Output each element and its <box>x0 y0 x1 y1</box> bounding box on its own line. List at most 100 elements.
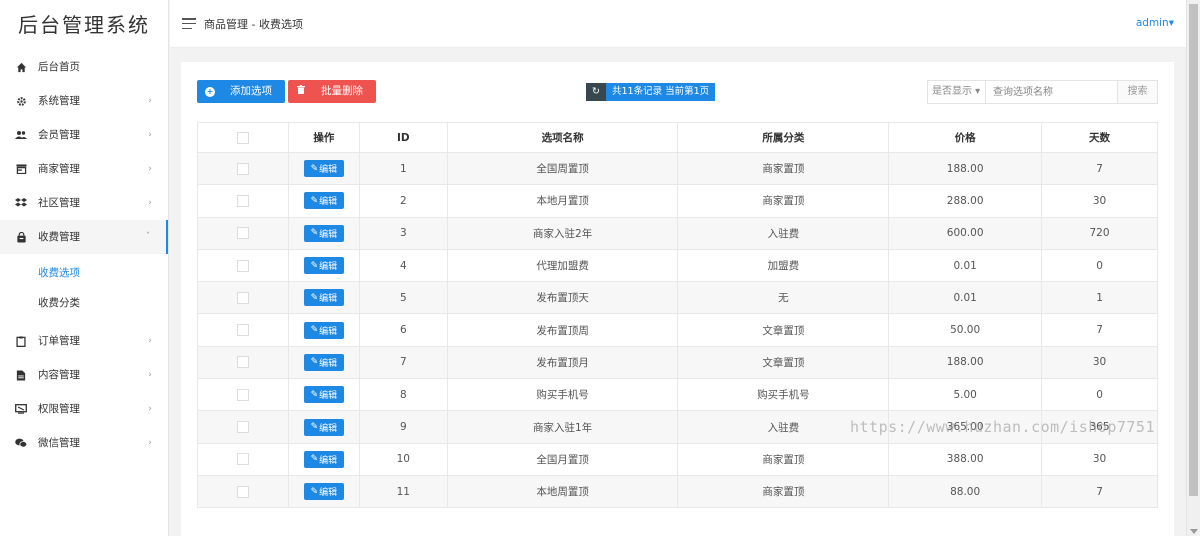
edit-button[interactable]: ✎ 编辑 <box>303 321 344 339</box>
sidebar-subitem-fee-options[interactable]: 收费选项 <box>0 258 168 288</box>
column-header: 选项名称 <box>446 122 679 153</box>
user-name: admin <box>1135 17 1169 29</box>
sidebar-item-label: 收费管理 <box>38 231 80 243</box>
cell-price: 0.01 <box>888 281 1043 315</box>
sidebar-item-label: 权限管理 <box>38 403 80 415</box>
sidebar-item-home[interactable]: 后台首页 <box>0 50 168 84</box>
sidebar-item-content[interactable]: 内容管理 › <box>0 358 168 392</box>
clipboard-icon <box>14 334 28 348</box>
row-select-cell <box>197 474 289 509</box>
page-scrollbar[interactable] <box>1186 0 1200 536</box>
table-row: ✎ 编辑 11 本地周置顶 商家置顶 88.00 7 <box>197 474 1158 509</box>
cell-category: 商家置顶 <box>677 184 890 218</box>
row-select-cell <box>197 442 289 476</box>
sidebar-subitem-fee-categories[interactable]: 收费分类 <box>0 288 168 318</box>
cell-days: 720 <box>1041 216 1158 250</box>
edit-label: 编辑 <box>319 197 338 208</box>
sidebar-item-label: 内容管理 <box>38 369 80 381</box>
sidebar-item-label: 商家管理 <box>38 163 80 175</box>
cell-id: 4 <box>358 248 448 283</box>
search-button[interactable]: 搜索 <box>1117 81 1157 103</box>
chevron-right-icon: › <box>148 336 152 346</box>
chevron-right-icon: › <box>148 130 152 140</box>
table-row: ✎ 编辑 3 商家入驻2年 入驻费 600.00 720 <box>197 216 1158 250</box>
cell-option-name: 发布置顶周 <box>446 313 679 347</box>
sidebar-item-label: 订单管理 <box>38 335 80 347</box>
add-option-button[interactable]: + 添加选项 <box>197 80 285 103</box>
search-input[interactable] <box>986 81 1117 103</box>
store-icon <box>14 162 28 176</box>
row-checkbox[interactable] <box>236 291 249 304</box>
menu-toggle-icon[interactable] <box>182 18 196 29</box>
edit-button[interactable]: ✎ 编辑 <box>303 160 344 178</box>
row-actions-cell: ✎ 编辑 <box>287 184 360 218</box>
row-actions-cell: ✎ 编辑 <box>287 281 360 315</box>
edit-button[interactable]: ✎ 编辑 <box>303 353 344 371</box>
users-icon <box>14 128 28 142</box>
refresh-icon[interactable]: ↻ <box>586 83 606 101</box>
row-checkbox[interactable] <box>236 421 249 434</box>
pencil-icon: ✎ <box>310 163 319 174</box>
batch-delete-button[interactable]: 批量删除 <box>288 80 376 103</box>
caret-down-icon: ▾ <box>1168 17 1174 29</box>
row-checkbox[interactable] <box>236 356 249 369</box>
cell-category: 购买手机号 <box>677 378 890 412</box>
edit-label: 编辑 <box>319 423 338 434</box>
edit-button[interactable]: ✎ 编辑 <box>303 483 344 501</box>
table-row: ✎ 编辑 8 购买手机号 购买手机号 5.00 0 <box>197 378 1158 412</box>
edit-button[interactable]: ✎ 编辑 <box>303 418 344 436</box>
monitor-icon <box>14 402 28 416</box>
edit-button[interactable]: ✎ 编辑 <box>303 192 344 210</box>
cell-days: 30 <box>1041 184 1158 218</box>
edit-label: 编辑 <box>319 165 338 176</box>
cell-id: 9 <box>358 410 448 444</box>
sidebar-item-members[interactable]: 会员管理 › <box>0 118 168 152</box>
sidebar-submenu: 收费选项 收费分类 <box>0 254 168 324</box>
edit-button[interactable]: ✎ 编辑 <box>303 289 344 307</box>
table-row: ✎ 编辑 1 全国周置顶 商家置顶 188.00 7 <box>197 151 1158 186</box>
sidebar-item-label: 系统管理 <box>38 95 80 107</box>
user-menu[interactable]: admin▾ <box>1136 17 1174 29</box>
sidebar-item-merchants[interactable]: 商家管理 › <box>0 152 168 186</box>
table-header-row: 操作 ID 选项名称 所属分类 价格 天数 <box>197 122 1158 153</box>
row-checkbox[interactable] <box>236 485 249 498</box>
cell-option-name: 代理加盟费 <box>446 248 679 283</box>
row-checkbox[interactable] <box>236 388 249 401</box>
column-header: 价格 <box>888 122 1043 153</box>
cell-option-name: 购买手机号 <box>446 378 679 412</box>
row-checkbox[interactable] <box>236 259 249 272</box>
cell-days: 1 <box>1041 281 1158 315</box>
sidebar-item-system[interactable]: 系统管理 › <box>0 84 168 118</box>
cell-price: 388.00 <box>888 442 1043 476</box>
edit-button[interactable]: ✎ 编辑 <box>303 224 344 242</box>
app-logo: 后台管理系统 <box>18 13 150 37</box>
row-actions-cell: ✎ 编辑 <box>287 378 360 412</box>
cell-days: 365 <box>1041 410 1158 444</box>
edit-label: 编辑 <box>319 229 338 240</box>
sidebar-item-orders[interactable]: 订单管理 › <box>0 324 168 358</box>
pencil-icon: ✎ <box>310 260 319 271</box>
scrollbar-thumb[interactable] <box>1189 4 1198 496</box>
row-checkbox[interactable] <box>236 453 249 466</box>
row-checkbox[interactable] <box>236 324 249 337</box>
sidebar-item-permissions[interactable]: 权限管理 › <box>0 392 168 426</box>
row-checkbox[interactable] <box>236 194 249 207</box>
sidebar-item-fees[interactable]: 收费管理 ˇ <box>0 220 168 254</box>
row-checkbox[interactable] <box>236 227 249 240</box>
sidebar-item-wechat[interactable]: 微信管理 › <box>0 426 168 460</box>
row-checkbox[interactable] <box>236 162 249 175</box>
cell-category: 商家置顶 <box>677 474 890 509</box>
edit-label: 编辑 <box>319 326 338 337</box>
toolbar: + 添加选项 批量删除 ↻ 共11条记录 当前第1页 是否显示 ▾ 搜索 <box>197 80 1158 104</box>
select-all-checkbox[interactable] <box>236 131 249 144</box>
display-filter-select[interactable]: 是否显示 ▾ <box>928 81 986 103</box>
edit-button[interactable]: ✎ 编辑 <box>303 257 344 275</box>
cell-days: 0 <box>1041 248 1158 283</box>
edit-button[interactable]: ✎ 编辑 <box>303 386 344 404</box>
chevron-down-icon: ˇ <box>145 232 151 242</box>
edit-label: 编辑 <box>319 358 338 369</box>
scroll-down-arrow-icon[interactable] <box>1190 529 1198 534</box>
pencil-icon: ✎ <box>310 195 319 206</box>
sidebar-item-community[interactable]: 社区管理 › <box>0 186 168 220</box>
edit-button[interactable]: ✎ 编辑 <box>303 450 344 468</box>
